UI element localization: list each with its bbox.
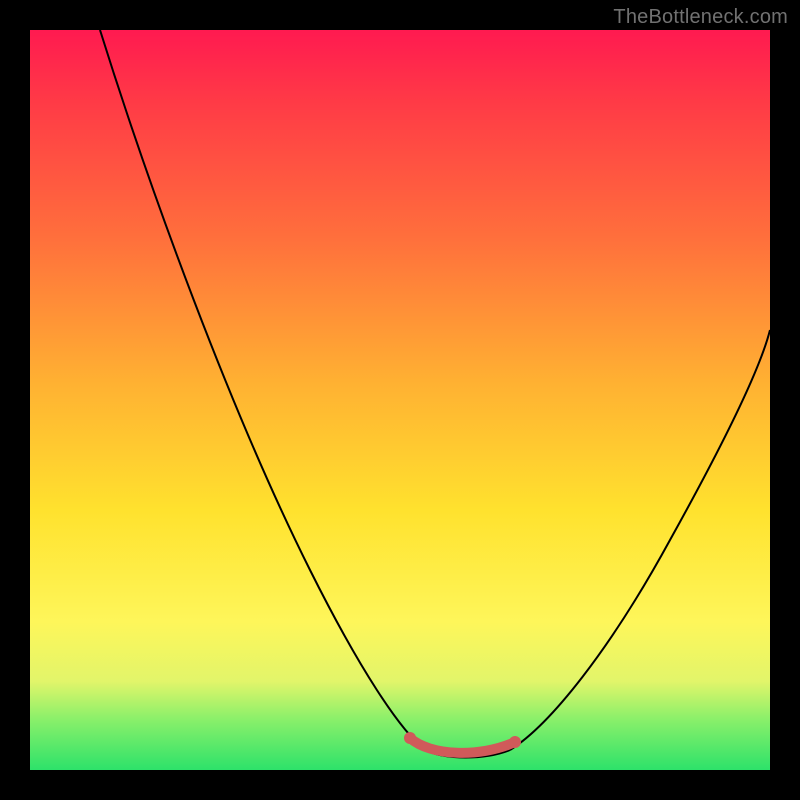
curve-right-branch [510,330,770,750]
highlight-dot-right [509,736,521,748]
curve-left-branch [100,30,425,750]
plot-area [30,30,770,770]
highlight-band [410,738,515,753]
outer-frame: TheBottleneck.com [0,0,800,800]
watermark-text: TheBottleneck.com [613,6,788,29]
highlight-dot-left [404,732,416,744]
curve-svg [30,30,770,770]
